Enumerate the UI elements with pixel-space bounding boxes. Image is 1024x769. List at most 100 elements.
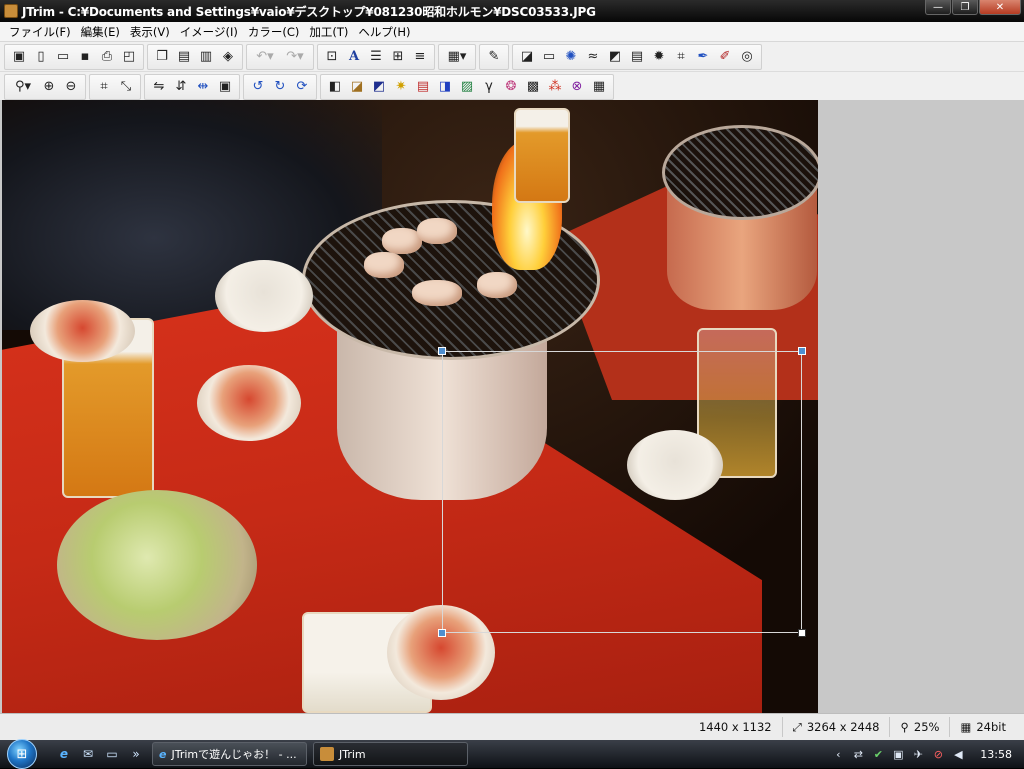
tray-expand-icon[interactable]: ‹ — [830, 746, 846, 762]
taskbar-item-jtrim[interactable]: JTrim — [313, 742, 468, 766]
security-icon[interactable]: ✔ — [870, 746, 886, 762]
selection-handle-bottom-right[interactable] — [798, 629, 806, 637]
brightness-icon[interactable]: ✷ — [391, 77, 411, 97]
volume-icon[interactable]: ◀ — [950, 746, 966, 762]
text-icon[interactable]: A — [344, 47, 364, 67]
wifi-icon[interactable]: ✈ — [910, 746, 926, 762]
bit-depth-value: 24bit — [976, 720, 1006, 734]
copy-icon[interactable]: ❐ — [152, 47, 172, 67]
open-folder-icon[interactable]: ▭ — [53, 47, 73, 67]
print-icon[interactable]: ⎙ — [97, 47, 117, 67]
save-icon[interactable]: ▪ — [75, 47, 95, 67]
menu-edit[interactable]: 編集(E) — [76, 24, 125, 40]
shadow-icon[interactable]: ◪ — [517, 47, 537, 67]
zoom-dropdown-icon[interactable]: ⚲▾ — [9, 77, 37, 97]
sepia-icon[interactable]: ◪ — [347, 77, 367, 97]
quicklaunch-overflow-icon[interactable]: » — [126, 745, 146, 763]
flip-horizontal-icon[interactable]: ⇋ — [149, 77, 169, 97]
resize-icon[interactable]: ⤡ — [116, 77, 136, 97]
xor-icon[interactable]: ⊗ — [567, 77, 587, 97]
mirror-icon[interactable]: ⇹ — [193, 77, 213, 97]
restore-button[interactable]: ❐ — [952, 0, 978, 15]
ie-quicklaunch-icon[interactable]: e — [54, 745, 74, 763]
eraser-icon[interactable]: ✐ — [715, 47, 735, 67]
spiral-icon[interactable]: ◎ — [737, 47, 757, 67]
sparkle-icon[interactable]: ✺ — [561, 47, 581, 67]
new-window-icon[interactable]: ▣ — [9, 47, 29, 67]
zoom-out-icon[interactable]: ⊖ — [61, 77, 81, 97]
gradient-icon[interactable]: ◧ — [325, 77, 345, 97]
taskbar-item-browser[interactable]: e JTrimで遊んじゃお！ - ... — [152, 742, 307, 766]
new-file-icon[interactable]: ▯ — [31, 47, 51, 67]
jtrim-app-icon[interactable] — [4, 4, 18, 18]
taskbar-clock[interactable]: 13:58 — [980, 748, 1012, 761]
frame-icon[interactable]: ▭ — [539, 47, 559, 67]
selection-handle-top-right[interactable] — [798, 347, 806, 355]
paste-new-icon[interactable]: ▥ — [196, 47, 216, 67]
menu-help[interactable]: ヘルプ(H) — [353, 24, 415, 40]
network-icon[interactable]: ⇄ — [850, 746, 866, 762]
menu-image[interactable]: イメージ(I) — [175, 24, 243, 40]
starburst-icon[interactable]: ✹ — [649, 47, 669, 67]
hue-icon[interactable]: ◨ — [435, 77, 455, 97]
paste-icon[interactable]: ▤ — [174, 47, 194, 67]
minimize-button[interactable]: — — [925, 0, 951, 15]
menu-view[interactable]: 表示(V) — [125, 24, 175, 40]
safely-remove-icon[interactable]: ⊘ — [930, 746, 946, 762]
menu-process[interactable]: 加工(T) — [304, 24, 353, 40]
eyedropper-icon[interactable]: ✎ — [484, 47, 504, 67]
wave-icon[interactable]: ≈ — [583, 47, 603, 67]
align-icon[interactable]: ☰ — [366, 47, 386, 67]
tile-icon[interactable]: ⊞ — [388, 47, 408, 67]
taskbar-item-label: JTrimで遊んじゃお！ - ... — [171, 748, 297, 761]
mosaic-icon[interactable]: ▩ — [523, 77, 543, 97]
zoom-in-icon[interactable]: ⊕ — [39, 77, 59, 97]
fit-window-icon[interactable]: ⊡ — [322, 47, 342, 67]
rotate-left-90-icon[interactable]: ↺ — [248, 77, 268, 97]
photo-meat — [364, 252, 404, 278]
gamma-icon[interactable]: γ — [479, 77, 499, 97]
rotate-free-icon[interactable]: ⟳ — [292, 77, 312, 97]
mosaic-grid-icon[interactable]: ▦▾ — [443, 47, 471, 67]
taskbar-item-label: JTrim — [339, 747, 366, 761]
mosaic-tools-group: ▦▾ — [438, 43, 476, 70]
redo-icon[interactable]: ↷▾ — [281, 47, 309, 67]
image-size-value: 3264 x 2448 — [806, 720, 880, 734]
print-preview-icon[interactable]: ◰ — [119, 47, 139, 67]
capture-icon[interactable]: ◈ — [218, 47, 238, 67]
rotate-right-90-icon[interactable]: ↻ — [270, 77, 290, 97]
mail-icon[interactable]: ✉ — [78, 745, 98, 763]
canvas-icon[interactable]: ▣ — [215, 77, 235, 97]
photo-meat — [412, 280, 462, 306]
image-adjust-icon[interactable]: ▨ — [457, 77, 477, 97]
pen-icon[interactable]: ✒ — [693, 47, 713, 67]
close-button[interactable]: ✕ — [979, 0, 1021, 15]
flip-vertical-icon[interactable]: ⇵ — [171, 77, 191, 97]
stripe-icon[interactable]: ▤ — [627, 47, 647, 67]
status-selection-size: 1440 x 1132 — [689, 717, 782, 737]
emboss-icon[interactable]: ◩ — [605, 47, 625, 67]
grayscale-icon[interactable]: ▦ — [589, 77, 609, 97]
rgb-icon[interactable]: ⁂ — [545, 77, 565, 97]
image-canvas[interactable] — [2, 100, 818, 713]
crop-icon[interactable]: ⌗ — [94, 77, 114, 97]
status-bar: 1440 x 1132 ⤢ 3264 x 2448 ⚲ 25% ▦ 24bit — [0, 713, 1024, 740]
window-title: JTrim - C:¥Documents and Settings¥vaio¥デ… — [22, 4, 596, 19]
windows-logo-icon: ⊞ — [7, 739, 37, 769]
negative-icon[interactable]: ◩ — [369, 77, 389, 97]
undo-icon[interactable]: ↶▾ — [251, 47, 279, 67]
selection-handle-bottom-left[interactable] — [438, 629, 446, 637]
menu-file[interactable]: ファイル(F) — [4, 24, 76, 40]
display-icon[interactable]: ▣ — [890, 746, 906, 762]
scanline-icon[interactable]: ≡ — [410, 47, 430, 67]
show-desktop-icon[interactable]: ▭ — [102, 745, 122, 763]
photo-meat — [417, 218, 457, 244]
menu-color[interactable]: カラー(C) — [243, 24, 305, 40]
noise-icon[interactable]: ⌗ — [671, 47, 691, 67]
selection-rectangle[interactable] — [442, 351, 802, 633]
color-wheel-icon[interactable]: ❂ — [501, 77, 521, 97]
color-balance-icon[interactable]: ▤ — [413, 77, 433, 97]
start-button[interactable]: ⊞ — [0, 739, 44, 769]
selection-handle-top-left[interactable] — [438, 347, 446, 355]
zoom-icon: ⚲ — [900, 720, 909, 734]
